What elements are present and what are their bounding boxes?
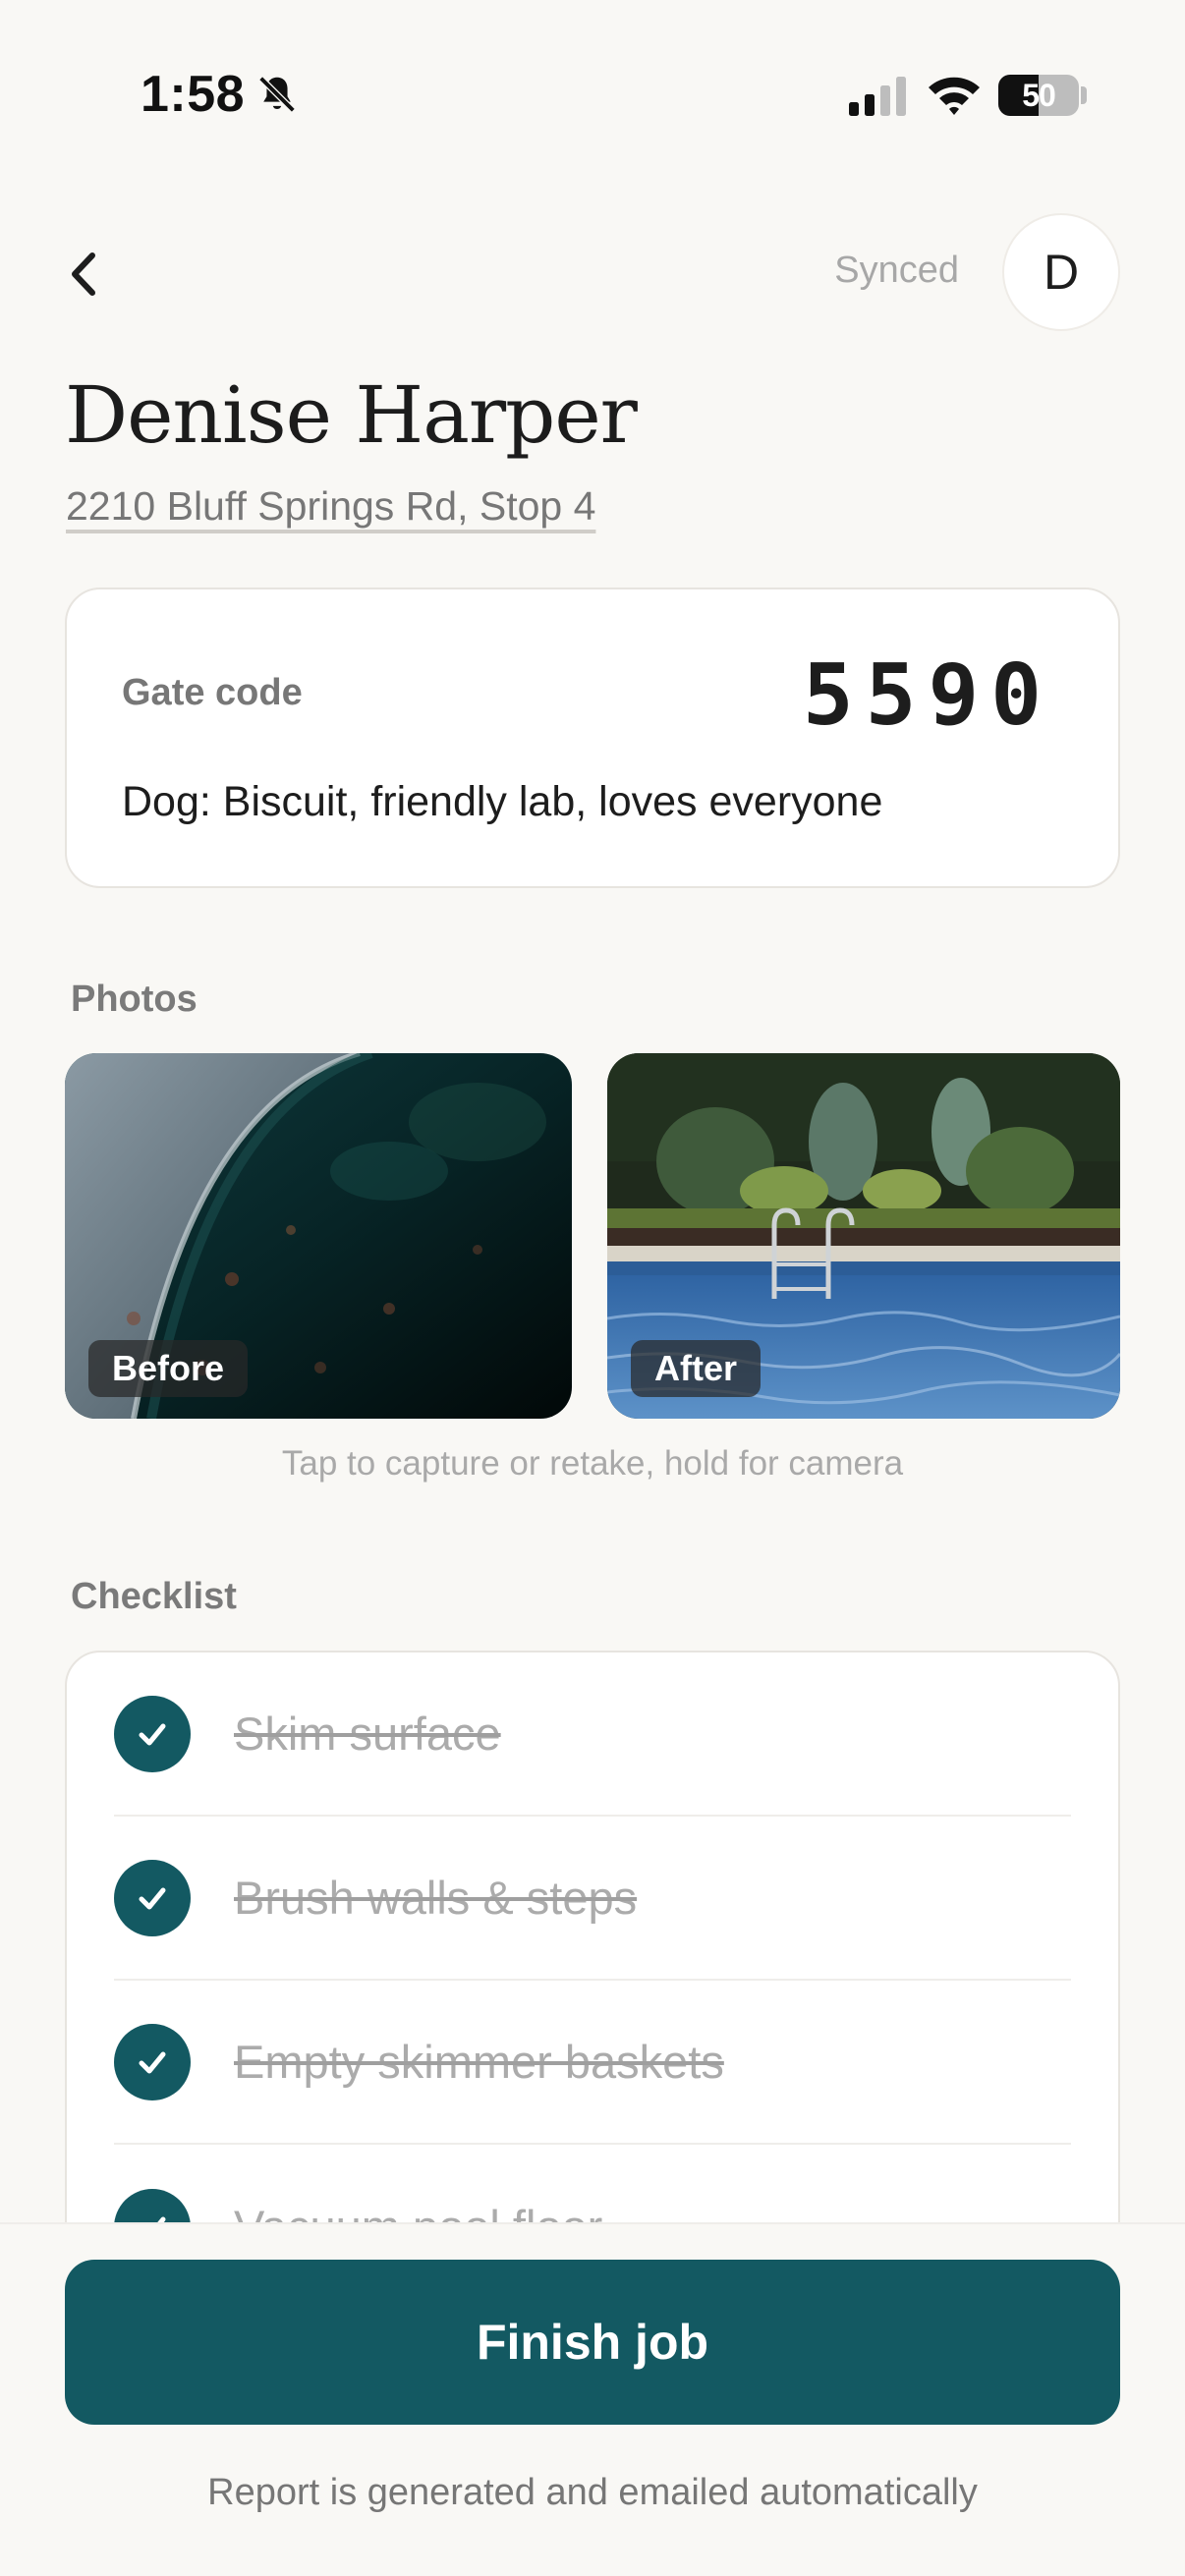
battery-cap (1081, 86, 1087, 104)
checklist-section-title: Checklist (71, 1576, 237, 1617)
battery-indicator: 50 (998, 75, 1079, 116)
gate-code-label: Gate code (122, 672, 303, 713)
back-button[interactable] (59, 242, 108, 307)
checkmark-icon (114, 1859, 191, 1936)
checklist-item[interactable]: Empty skimmer baskets (114, 1981, 1071, 2145)
checklist-item-label: Brush walls & steps (234, 1872, 638, 1924)
access-note: Dog: Biscuit, friendly lab, loves everyo… (122, 778, 883, 825)
checklist-item-label: Skim surface (234, 1708, 501, 1760)
before-photo-label: Before (88, 1340, 249, 1397)
status-time: 1:58 (141, 65, 300, 124)
status-time-label: 1:58 (141, 66, 246, 123)
bottom-action-bar: Finish job Report is generated and email… (0, 2222, 1185, 2576)
photo-hint: Tap to capture or retake, hold for camer… (281, 1444, 904, 1483)
checkmark-icon (114, 1695, 191, 1772)
report-footnote: Report is generated and emailed automati… (207, 2472, 978, 2513)
chevron-left-icon (72, 252, 95, 296)
wifi-icon (929, 77, 980, 115)
avatar[interactable]: D (1002, 213, 1120, 331)
checklist-item[interactable]: Skim surface (114, 1652, 1071, 1817)
gate-code-value: 5590 (802, 646, 1053, 745)
checklist-item-label: Empty skimmer baskets (234, 2036, 724, 2088)
sync-status: Synced (834, 250, 959, 291)
finish-job-button[interactable]: Finish job (65, 2260, 1120, 2425)
checklist-item[interactable]: Brush walls & steps (114, 1817, 1071, 1981)
battery-percentage: 50 (1022, 77, 1056, 113)
status-bar: 1:58 50 (0, 0, 1185, 196)
after-photo-label: After (631, 1340, 762, 1397)
checkmark-icon (114, 2023, 191, 2100)
avatar-initial: D (1043, 245, 1080, 300)
gate-code-card: Gate code 5590 Dog: Biscuit, friendly la… (65, 588, 1120, 888)
before-photo[interactable]: Before (65, 1053, 572, 1419)
bell-muted-icon (258, 76, 296, 113)
address-link[interactable]: 2210 Bluff Springs Rd, Stop 4 (66, 483, 595, 530)
job-detail-screen: 1:58 50 Synced D Denise Harper 2210 Bluf… (0, 0, 1185, 2576)
cellular-signal-icon (849, 77, 906, 116)
after-photo[interactable]: After (607, 1053, 1120, 1419)
photos-section-title: Photos (71, 979, 198, 1020)
page-title: Denise Harper (65, 369, 638, 461)
